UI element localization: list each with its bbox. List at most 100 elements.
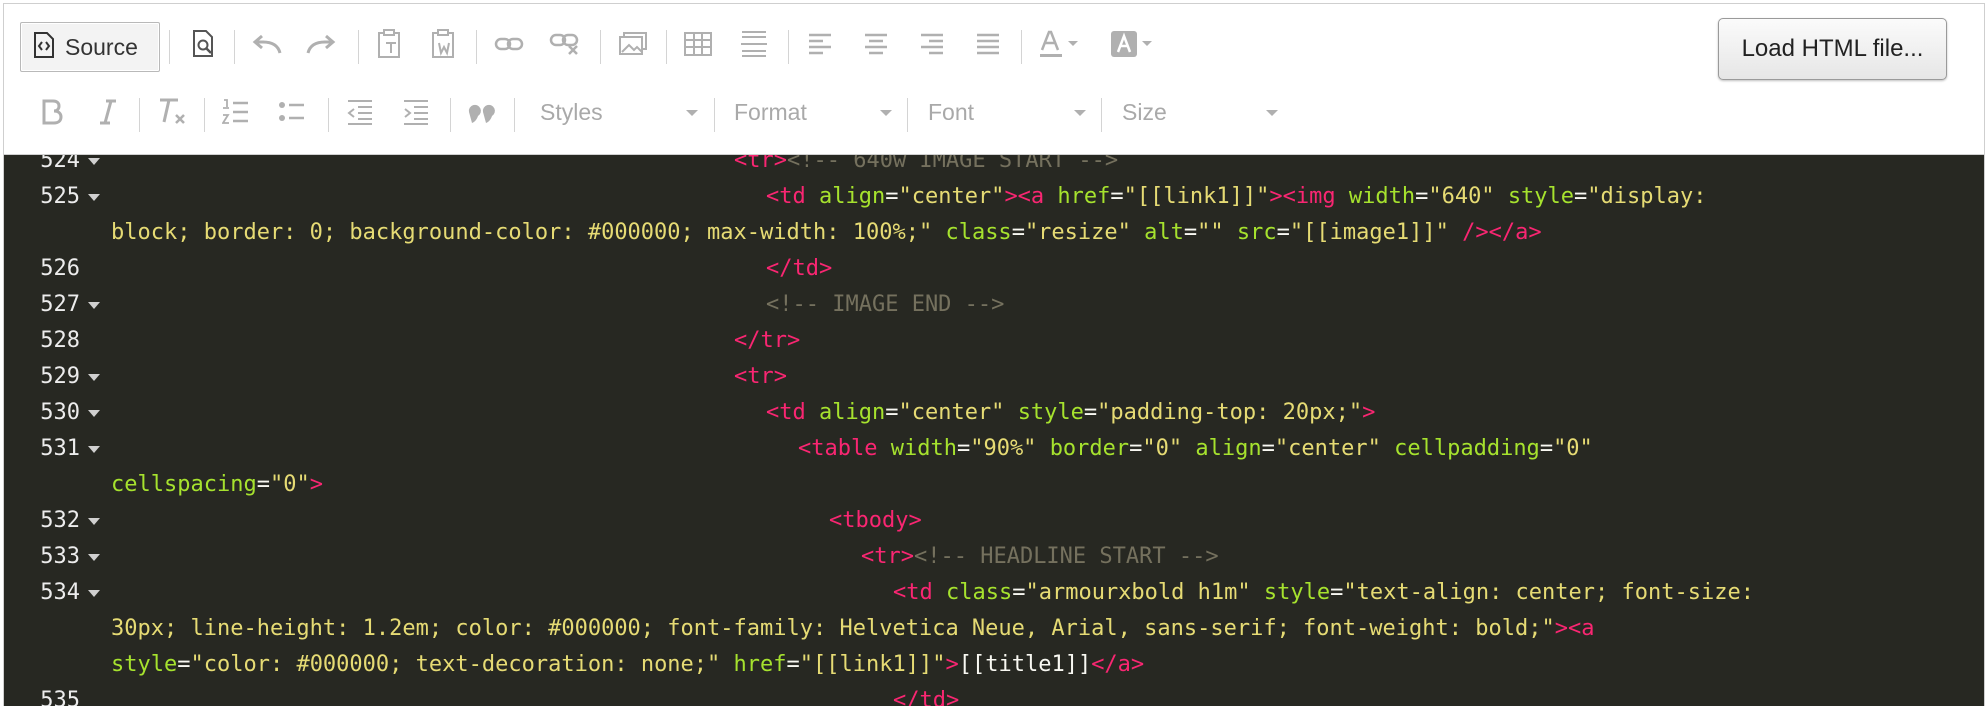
code-tag: </tr> <box>734 328 801 353</box>
code-attribute: align <box>818 400 886 425</box>
line-number: 525 <box>40 184 80 209</box>
size-combo[interactable]: Size <box>1122 88 1278 136</box>
code-comment: <!-- 640w IMAGE START --> <box>786 155 1119 173</box>
italic-button[interactable] <box>88 88 128 136</box>
code-tag: <tbody> <box>829 508 922 533</box>
bulleted-list-button[interactable] <box>272 88 312 136</box>
unlink-button[interactable] <box>544 20 586 68</box>
remove-format-button[interactable] <box>152 88 192 136</box>
code-string: "640" <box>1428 184 1508 209</box>
chevron-down-icon <box>1074 110 1086 116</box>
code-line[interactable]: 534 <td class="armourxbold h1m" style="t… <box>4 575 1984 611</box>
fold-toggle-icon[interactable] <box>88 302 100 309</box>
format-combo[interactable]: Format <box>734 88 892 136</box>
source-button[interactable]: Source <box>20 22 160 72</box>
code-string: "text-align: center; font-size: <box>1343 580 1754 605</box>
code-tag: <td <box>766 400 819 425</box>
code-attribute: src <box>1236 220 1277 245</box>
align-left-button[interactable] <box>800 20 840 68</box>
code-plain: = <box>1129 436 1143 461</box>
horizontal-line-button[interactable] <box>734 20 774 68</box>
font-combo[interactable]: Font <box>928 88 1086 136</box>
align-center-button[interactable] <box>856 20 896 68</box>
table-button[interactable] <box>678 20 718 68</box>
fold-toggle-icon[interactable] <box>88 518 100 525</box>
code-line[interactable]: 527 <!-- IMAGE END --> <box>4 287 1984 323</box>
line-number: 531 <box>40 436 80 461</box>
code-attribute: cellpadding <box>1394 436 1540 461</box>
preview-button[interactable] <box>184 20 224 68</box>
code-line[interactable]: 529 <tr> <box>4 359 1984 395</box>
styles-combo[interactable]: Styles <box>540 88 698 136</box>
code-plain: = <box>885 400 899 425</box>
indent-button[interactable] <box>396 88 436 136</box>
fold-toggle-icon[interactable] <box>88 374 100 381</box>
code-line[interactable]: 530 <td align="center" style="padding-to… <box>4 395 1984 431</box>
code-string: "0" <box>1553 436 1593 461</box>
code-comment: <!-- HEADLINE START --> <box>913 544 1219 569</box>
chevron-down-icon <box>686 110 698 116</box>
align-center-icon <box>863 32 889 56</box>
code-line[interactable]: 531 <table width="90%" border="0" align=… <box>4 431 1984 467</box>
code-plain: = <box>1183 220 1198 245</box>
fold-toggle-icon[interactable] <box>88 158 100 165</box>
blockquote-icon <box>467 100 497 124</box>
link-button[interactable] <box>488 20 530 68</box>
redo-button[interactable] <box>300 20 342 68</box>
code-line[interactable]: 535 </td> <box>4 683 1984 706</box>
unlink-icon <box>549 32 581 56</box>
background-color-button[interactable] <box>1106 20 1158 68</box>
paste-text-button[interactable] <box>370 20 410 68</box>
align-right-button[interactable] <box>912 20 952 68</box>
source-code-editor[interactable]: 524 <tr><!-- 640w IMAGE START --> 525 <t… <box>4 155 1984 706</box>
code-plain: = <box>256 472 270 497</box>
load-html-file-button[interactable]: Load HTML file... <box>1718 18 1947 80</box>
background-color-icon <box>1110 30 1154 58</box>
paste-word-icon <box>431 29 457 59</box>
code-attribute: cellspacing <box>111 472 257 497</box>
toolbar-separator <box>514 98 515 132</box>
chevron-down-icon <box>880 110 892 116</box>
blockquote-button[interactable] <box>462 88 502 136</box>
source-label: Source <box>65 33 138 60</box>
image-button[interactable] <box>612 20 654 68</box>
paste-word-button[interactable] <box>424 20 464 68</box>
fold-toggle-icon[interactable] <box>88 410 100 417</box>
code-line[interactable]: 526 </td> <box>4 251 1984 287</box>
code-line-wrap[interactable]: 30px; line-height: 1.2em; color: #000000… <box>4 611 1984 647</box>
code-line-wrap[interactable]: block; border: 0; background-color: #000… <box>4 215 1984 251</box>
undo-button[interactable] <box>246 20 288 68</box>
code-line[interactable]: 532 <tbody> <box>4 503 1984 539</box>
code-line-wrap[interactable]: style="color: #000000; text-decoration: … <box>4 647 1984 683</box>
code-line[interactable]: 533 <tr><!-- HEADLINE START --> <box>4 539 1984 575</box>
code-line[interactable]: 524 <tr><!-- 640w IMAGE START --> <box>4 155 1984 179</box>
code-tag: ><a <box>1004 184 1058 209</box>
styles-combo-label: Styles <box>540 98 603 125</box>
outdent-button[interactable] <box>340 88 380 136</box>
code-plain: = <box>1330 580 1344 605</box>
toolbar-separator <box>328 98 329 132</box>
code-text: </tr> <box>734 323 800 359</box>
code-line[interactable]: 528 </tr> <box>4 323 1984 359</box>
numbered-list-button[interactable] <box>216 88 256 136</box>
code-text: <tr> <box>734 359 787 395</box>
code-tag: <tr> <box>734 364 787 389</box>
fold-toggle-icon[interactable] <box>88 446 100 453</box>
text-color-button[interactable] <box>1034 20 1086 68</box>
bold-button[interactable] <box>32 88 72 136</box>
justify-button[interactable] <box>968 20 1008 68</box>
line-number: 529 <box>40 364 80 389</box>
code-line[interactable]: 525 <td align="center"><a href="[[link1]… <box>4 179 1984 215</box>
text-color-icon <box>1038 30 1082 58</box>
size-combo-label: Size <box>1122 98 1167 125</box>
fold-toggle-icon[interactable] <box>88 194 100 201</box>
fold-toggle-icon[interactable] <box>88 590 100 597</box>
toolbar-separator <box>234 30 235 64</box>
toolbar-separator <box>907 98 908 132</box>
code-string: "" <box>1197 220 1237 245</box>
code-text: <tr><!-- HEADLINE START --> <box>861 539 1219 575</box>
code-text: <tbody> <box>829 503 922 539</box>
fold-toggle-icon[interactable] <box>88 554 100 561</box>
code-line-wrap[interactable]: cellspacing="0"> <box>4 467 1984 503</box>
format-combo-label: Format <box>734 98 807 125</box>
